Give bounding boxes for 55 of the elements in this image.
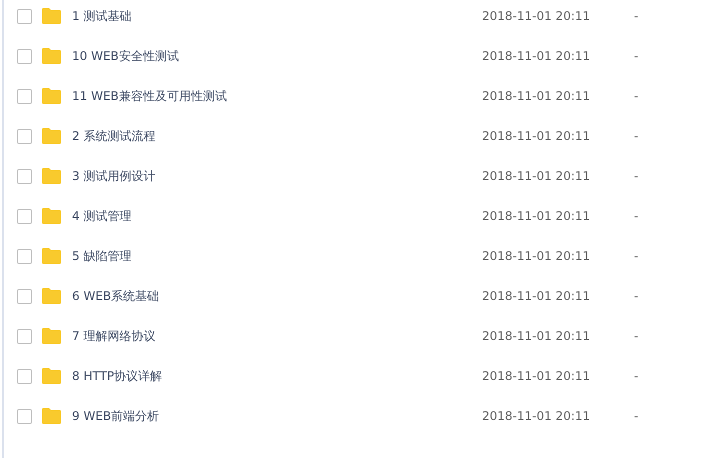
checkbox[interactable] xyxy=(17,48,32,64)
folder-name[interactable]: 2 系统测试流程 xyxy=(72,128,482,144)
folder-icon xyxy=(41,367,62,385)
file-size: - xyxy=(634,329,638,343)
folder-icon xyxy=(41,167,62,185)
modified-date: 2018-11-01 20:11 xyxy=(482,49,592,63)
file-size: - xyxy=(634,169,638,183)
folder-icon xyxy=(41,87,62,105)
folder-icon xyxy=(41,327,62,345)
folder-name[interactable]: 8 HTTP协议详解 xyxy=(72,368,482,384)
modified-date: 2018-11-01 20:11 xyxy=(482,249,592,263)
file-size: - xyxy=(634,9,638,23)
folder-name[interactable]: 4 测试管理 xyxy=(72,208,482,224)
folder-name[interactable]: 7 理解网络协议 xyxy=(72,328,482,344)
file-size: - xyxy=(634,369,638,383)
modified-date: 2018-11-01 20:11 xyxy=(482,369,592,383)
modified-date: 2018-11-01 20:11 xyxy=(482,209,592,223)
modified-date: 2018-11-01 20:11 xyxy=(482,9,592,23)
file-size: - xyxy=(634,409,638,423)
folder-icon xyxy=(41,287,62,305)
checkbox[interactable] xyxy=(17,208,32,224)
file-size: - xyxy=(634,129,638,143)
checkbox[interactable] xyxy=(17,408,32,424)
checkbox[interactable] xyxy=(17,8,32,24)
folder-name[interactable]: 3 测试用例设计 xyxy=(72,168,482,184)
file-size: - xyxy=(634,289,638,303)
folder-icon xyxy=(41,207,62,225)
modified-date: 2018-11-01 20:11 xyxy=(482,409,592,423)
checkbox[interactable] xyxy=(17,88,32,104)
folder-name[interactable]: 11 WEB兼容性及可用性测试 xyxy=(72,88,482,104)
checkbox[interactable] xyxy=(17,168,32,184)
checkbox[interactable] xyxy=(17,368,32,384)
modified-date: 2018-11-01 20:11 xyxy=(482,129,592,143)
modified-date: 2018-11-01 20:11 xyxy=(482,169,592,183)
checkbox[interactable] xyxy=(17,288,32,304)
folder-name[interactable]: 5 缺陷管理 xyxy=(72,248,482,264)
modified-date: 2018-11-01 20:11 xyxy=(482,329,592,343)
folder-icon xyxy=(41,7,62,25)
folder-name[interactable]: 1 测试基础 xyxy=(72,8,482,24)
file-size: - xyxy=(634,49,638,63)
modified-date: 2018-11-01 20:11 xyxy=(482,289,592,303)
file-size: - xyxy=(634,89,638,103)
folder-name[interactable]: 6 WEB系统基础 xyxy=(72,288,482,304)
checkbox[interactable] xyxy=(17,328,32,344)
file-size: - xyxy=(634,249,638,263)
folder-icon xyxy=(41,47,62,65)
checkbox[interactable] xyxy=(17,248,32,264)
file-size: - xyxy=(634,209,638,223)
modified-date: 2018-11-01 20:11 xyxy=(482,89,592,103)
folder-name[interactable]: 10 WEB安全性测试 xyxy=(72,48,482,64)
checkbox[interactable] xyxy=(17,128,32,144)
folder-name[interactable]: 9 WEB前端分析 xyxy=(72,408,482,424)
folder-icon xyxy=(41,127,62,145)
folder-icon xyxy=(41,407,62,425)
folder-icon xyxy=(41,247,62,265)
